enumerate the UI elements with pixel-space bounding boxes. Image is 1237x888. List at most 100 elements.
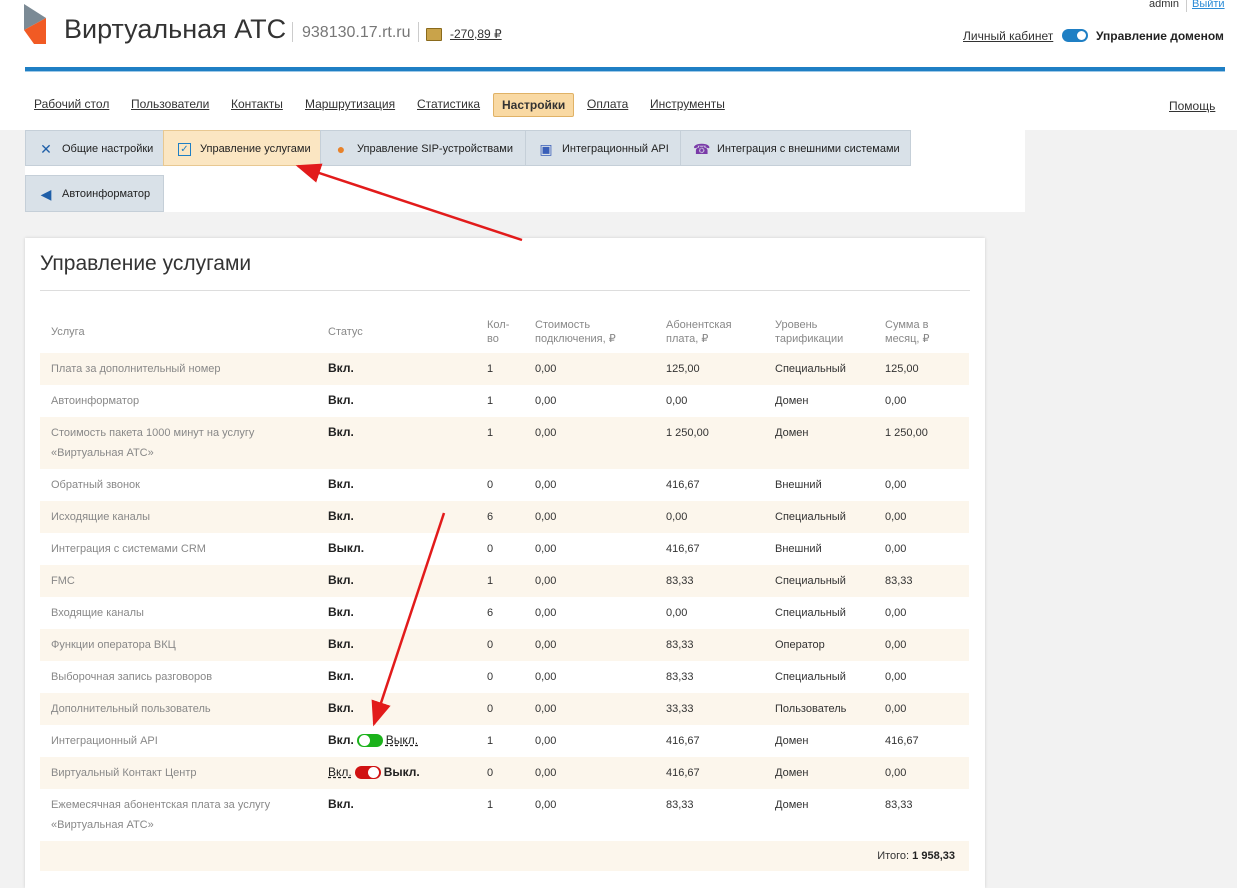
tariff-level-value: Внешний [775, 479, 822, 491]
qty-value: 1 [487, 427, 494, 439]
monthly-sum-value: 0,00 [885, 395, 907, 407]
services-panel: Управление услугами Услуга Статус Кол-во… [25, 238, 985, 888]
tariff-level-value: Домен [775, 735, 809, 747]
connect-cost-value: 0,00 [535, 395, 557, 407]
status-switch[interactable] [356, 734, 383, 748]
monthly-fee-value: 125,00 [666, 363, 700, 375]
qty-value: 0 [487, 671, 494, 683]
mode-toggle[interactable] [1062, 29, 1088, 42]
table-row: Функции оператора ВКЦ Вкл. 0 0,00 83,33 Опера… [40, 629, 969, 661]
col-header-service: Услуга [51, 326, 85, 338]
nav-item-contacts[interactable]: Контакты [231, 93, 283, 115]
status-on-label[interactable]: Вкл. [328, 765, 352, 779]
table-row: Интеграция с системами CRM Выкл. 0 0,00 416,… [40, 533, 969, 565]
monthly-fee-value: 1 250,00 [666, 427, 709, 439]
tab-external-integration[interactable]: ☎ Интеграция с внешними системами [680, 130, 911, 166]
nav-item-payment[interactable]: Оплата [587, 93, 628, 115]
status-toggle[interactable]: Вкл. Выкл. [328, 763, 420, 781]
qty-value: 1 [487, 799, 494, 811]
monthly-sum-value: 125,00 [885, 363, 919, 375]
megaphone-icon: ◀ [40, 186, 52, 202]
monthly-fee-value: 0,00 [666, 395, 688, 407]
monthly-fee-value: 83,33 [666, 639, 694, 651]
divider [1186, 0, 1187, 12]
divider [292, 22, 293, 42]
tab-autoinformer[interactable]: ◀ Автоинформатор [25, 175, 164, 212]
tab-general-settings[interactable]: ✕ Общие настройки [25, 130, 164, 166]
monthly-fee-value: 83,33 [666, 671, 694, 683]
monthly-sum-value: 83,33 [885, 799, 913, 811]
tab-integration-api[interactable]: ▣ Интеграционный API [525, 130, 681, 166]
sip-device-icon: ● [336, 141, 346, 157]
monthly-sum-value: 0,00 [885, 543, 907, 555]
qty-value: 6 [487, 511, 494, 523]
status-text: Вкл. [328, 361, 354, 375]
monthly-sum-value: 0,00 [885, 703, 907, 715]
nav-item-statistics[interactable]: Статистика [417, 93, 480, 115]
total-value: 1 958,33 [912, 850, 955, 862]
logout-link[interactable]: Выйти [1192, 0, 1225, 10]
connect-cost-value: 0,00 [535, 639, 557, 651]
status-text: Вкл. [328, 393, 354, 407]
connect-cost-value: 0,00 [535, 799, 557, 811]
phone-icon: ☎ [693, 141, 711, 157]
connect-cost-value: 0,00 [535, 767, 557, 779]
domain-management-label: Управление доменом [1096, 29, 1224, 43]
tariff-level-value: Специальный [775, 607, 846, 619]
table-row: Плата за дополнительный номер Вкл. 1 0,00 12… [40, 353, 969, 385]
table-row: Входящие каналы Вкл. 6 0,00 0,00 Специальный 0… [40, 597, 969, 629]
status-toggle[interactable]: Вкл. Выкл. [328, 731, 418, 749]
tab-label: Интеграция с внешними системами [717, 143, 900, 155]
app-title: Виртуальная АТС [64, 14, 287, 44]
status-text: Вкл. [328, 637, 354, 651]
qty-value: 0 [487, 703, 494, 715]
table-row: Ежемесячная абонентская плата за услугу … [40, 789, 969, 841]
monthly-sum-value: 0,00 [885, 671, 907, 683]
api-icon: ▣ [539, 141, 553, 157]
service-name: Ежемесячная абонентская плата за услугу … [51, 799, 271, 831]
balance-link[interactable]: -270,89 ₽ [450, 27, 502, 41]
monthly-fee-value: 83,33 [666, 799, 694, 811]
tab-label: Интеграционный API [562, 143, 669, 155]
service-name: FMC [51, 575, 75, 587]
col-header-connect-cost: Стоимость подключения, ₽ [535, 319, 616, 345]
header-line [25, 71, 1225, 72]
connect-cost-value: 0,00 [535, 427, 557, 439]
nav-item-desktop[interactable]: Рабочий стол [34, 93, 109, 115]
monthly-sum-value: 0,00 [885, 639, 907, 651]
connect-cost-value: 0,00 [535, 575, 557, 587]
nav-item-tools[interactable]: Инструменты [650, 93, 725, 115]
table-row: FMC Вкл. 1 0,00 83,33 Специальный 83,33 [40, 565, 969, 597]
tab-service-management[interactable]: ✓ Управление услугами [163, 130, 321, 166]
tab-sip-devices[interactable]: ● Управление SIP-устройствами [320, 130, 526, 166]
service-name: Виртуальный Контакт Центр [51, 767, 197, 779]
nav-item-routing[interactable]: Маршрутизация [305, 93, 395, 115]
service-name: Входящие каналы [51, 607, 144, 619]
monthly-fee-value: 0,00 [666, 511, 688, 523]
col-header-monthly-sum: Сумма в месяц, ₽ [885, 319, 930, 345]
tools-icon: ✕ [40, 141, 52, 157]
divider [40, 290, 970, 291]
status-switch[interactable] [354, 766, 381, 780]
status-off-label[interactable]: Выкл. [386, 733, 418, 747]
status-off-label[interactable]: Выкл. [384, 765, 420, 779]
qty-value: 0 [487, 479, 494, 491]
monthly-fee-value: 416,67 [666, 543, 700, 555]
personal-cabinet-link[interactable]: Личный кабинет [963, 29, 1053, 43]
domain-name: 938130.17.rt.ru [302, 24, 411, 41]
tariff-level-value: Внешний [775, 543, 822, 555]
nav-item-settings[interactable]: Настройки [493, 93, 575, 117]
table-row: Дополнительный пользователь Вкл. 0 0,00 33,3… [40, 693, 969, 725]
tab-label: Управление услугами [200, 143, 311, 155]
table-row: Стоимость пакета 1000 минут на услугу «В… [40, 417, 969, 469]
help-link[interactable]: Помощь [1169, 99, 1215, 113]
total: Итого: 1 958,33 [877, 850, 955, 862]
switch-knob [358, 735, 370, 747]
tab-label: Управление SIP-устройствами [357, 143, 513, 155]
status-text: Вкл. [328, 477, 354, 491]
total-label: Итого: [877, 850, 910, 862]
wallet-icon [426, 28, 442, 41]
service-name: Функции оператора ВКЦ [51, 639, 176, 651]
status-on-label[interactable]: Вкл. [328, 733, 354, 747]
nav-item-users[interactable]: Пользователи [131, 93, 209, 115]
